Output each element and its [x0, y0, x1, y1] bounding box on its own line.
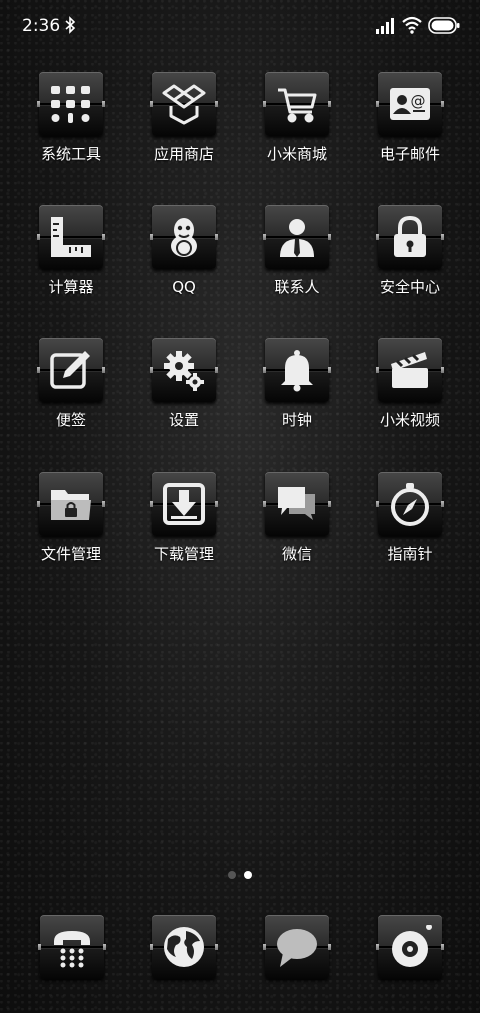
toolbox-icon: [51, 86, 90, 123]
app-label: 时钟: [281, 411, 312, 429]
app-download-manager[interactable]: 下载管理: [128, 472, 240, 563]
app-tile[interactable]: [263, 72, 331, 136]
app-label: 指南针: [387, 545, 433, 563]
page-indicator: [228, 870, 252, 880]
gear-icon: [164, 351, 204, 391]
app-email[interactable]: @ 电子邮件: [354, 72, 466, 163]
app-tile[interactable]: [263, 915, 331, 979]
app-tile[interactable]: [150, 205, 218, 269]
app-tile[interactable]: [263, 472, 331, 536]
dock-phone[interactable]: [38, 915, 106, 979]
dock-messages[interactable]: [263, 915, 331, 979]
app-mi-video[interactable]: 小米视频: [354, 338, 466, 429]
phone-icon: [54, 931, 90, 968]
app-tile[interactable]: [37, 472, 105, 536]
app-tile[interactable]: [263, 338, 331, 402]
app-settings[interactable]: 设置: [128, 338, 240, 429]
app-label: 微信: [281, 545, 312, 563]
app-mi-mall[interactable]: 小米商城: [241, 72, 353, 163]
folder-lock-icon: [51, 490, 91, 520]
app-store[interactable]: 应用商店: [128, 72, 240, 163]
app-label: 小米视频: [379, 411, 440, 429]
bell-icon: [281, 350, 313, 392]
app-label: 文件管理: [40, 545, 101, 563]
app-tile[interactable]: [376, 338, 444, 402]
bluetooth-icon: [65, 16, 76, 34]
app-tile[interactable]: [150, 472, 218, 536]
app-tile[interactable]: [263, 205, 331, 269]
app-tile[interactable]: [376, 205, 444, 269]
app-tile[interactable]: [376, 915, 444, 979]
app-label: QQ: [172, 278, 196, 296]
penguin-icon: [171, 218, 197, 257]
app-label: 便签: [55, 411, 86, 429]
camera-lens-icon: [392, 925, 432, 967]
app-tile[interactable]: [37, 205, 105, 269]
app-contacts[interactable]: 联系人: [241, 205, 353, 296]
app-tile[interactable]: [150, 338, 218, 402]
chat-bubbles-icon: [278, 487, 315, 520]
status-bar: 2:36: [0, 0, 480, 52]
page-dot-1[interactable]: [228, 871, 236, 879]
wifi-icon: [402, 16, 422, 34]
signal-icon: [376, 18, 394, 34]
app-tile[interactable]: @: [376, 72, 444, 136]
lock-icon: [394, 215, 426, 257]
battery-icon: [428, 17, 460, 34]
app-notes[interactable]: 便签: [15, 338, 127, 429]
page-dot-2-active[interactable]: [244, 871, 252, 879]
app-label: 电子邮件: [379, 145, 440, 163]
download-icon: [163, 483, 205, 525]
dock-browser[interactable]: [150, 915, 218, 979]
dropbox-icon: [162, 84, 206, 125]
app-label: 应用商店: [153, 145, 214, 163]
contact-mail-icon: @: [390, 88, 430, 120]
app-label: 下载管理: [153, 545, 214, 563]
clapperboard-icon: [391, 352, 428, 388]
app-calculator[interactable]: 计算器: [15, 205, 127, 296]
app-security-center[interactable]: 安全中心: [354, 205, 466, 296]
app-tile[interactable]: [37, 338, 105, 402]
pencil-note-icon: [50, 351, 90, 389]
speech-bubble-icon: [277, 929, 317, 967]
app-label: 设置: [168, 411, 199, 429]
status-time: 2:36: [22, 16, 61, 36]
app-tile[interactable]: [150, 915, 218, 979]
app-compass[interactable]: 指南针: [354, 472, 466, 563]
cart-icon: [278, 88, 317, 123]
app-label: 安全中心: [379, 278, 440, 296]
app-label: 小米商城: [266, 145, 327, 163]
compass-icon: [391, 483, 429, 526]
dock-camera[interactable]: [376, 915, 444, 979]
app-tile[interactable]: [150, 72, 218, 136]
app-tile[interactable]: [37, 72, 105, 136]
svg-text:@: @: [411, 92, 426, 110]
person-icon: [280, 219, 314, 257]
app-label: 系统工具: [40, 145, 101, 163]
app-file-manager[interactable]: 文件管理: [15, 472, 127, 563]
globe-icon: [164, 927, 204, 967]
app-wechat[interactable]: 微信: [241, 472, 353, 563]
app-label: 计算器: [48, 278, 94, 296]
ruler-icon: [51, 217, 91, 257]
app-qq[interactable]: QQ: [128, 205, 240, 296]
app-tile[interactable]: [376, 472, 444, 536]
app-tile[interactable]: [38, 915, 106, 979]
app-label: 联系人: [274, 278, 320, 296]
app-system-tools[interactable]: 系统工具: [15, 72, 127, 163]
app-clock[interactable]: 时钟: [241, 338, 353, 429]
